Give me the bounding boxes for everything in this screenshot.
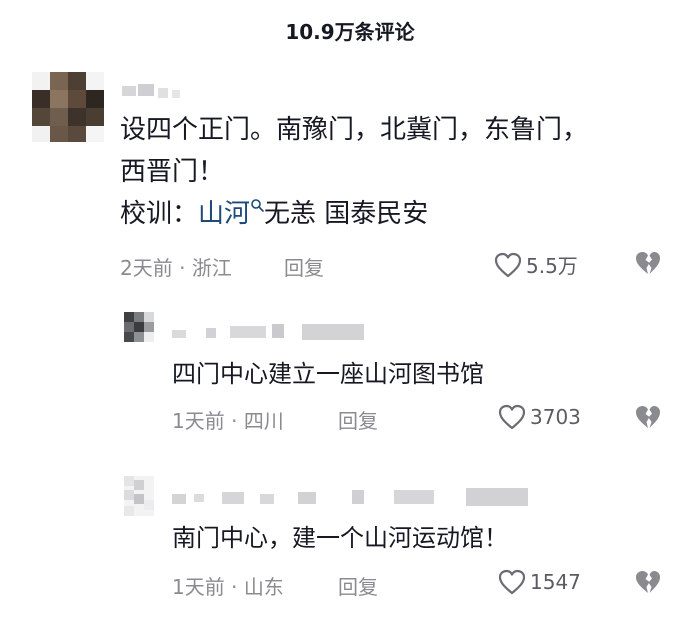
comments-count-title: 10.9万条评论 [285,20,415,44]
username-blurred[interactable] [172,486,532,508]
comment-motto-line: 校训：山河 无恙 国泰民安 [120,194,428,235]
comment-meta: 2天前 · 浙江 [120,252,232,281]
heart-outline-icon [494,252,522,277]
reply-button[interactable]: 回复 [338,571,378,600]
avatar[interactable] [32,72,104,142]
reply-time: 1天前 [172,575,225,599]
reply-button[interactable]: 回复 [284,252,324,281]
meta-separator: · [231,575,238,599]
reply-text: 四门中心建立一座山河图书馆 [172,360,484,388]
username-blurred[interactable] [122,84,182,98]
comment-time: 2天前 [120,256,173,280]
meta-separator: · [231,409,238,433]
avatar[interactable] [124,476,154,516]
reply-time: 1天前 [172,409,225,433]
like-count: 1547 [530,570,581,594]
like-button[interactable]: 5.5万 [494,250,578,279]
meta-separator: · [179,256,186,280]
reply-location: 山东 [243,575,284,599]
reply-button[interactable]: 回复 [338,405,378,434]
reply-text: 南门中心，建一个山河运动馆！ [172,524,508,552]
reply-location: 四川 [243,409,284,433]
username-blurred[interactable] [172,320,372,342]
comment-text-line-2: 西晋门！ [120,157,225,187]
heart-outline-icon [498,404,526,430]
heart-outline-icon [498,569,526,595]
like-count: 5.5万 [526,254,578,278]
like-button[interactable]: 3703 [498,404,581,430]
search-icon[interactable] [250,198,264,212]
reply-meta: 1天前 · 四川 [172,405,284,434]
broken-heart-icon[interactable] [634,569,662,595]
motto-rest: 无恙 国泰民安 [264,199,429,229]
reply-meta: 1天前 · 山东 [172,571,284,600]
comment-text-line-1: 设四个正门。南豫门，北冀门，东鲁门， [120,115,589,145]
broken-heart-icon[interactable] [634,250,662,276]
comment-location: 浙江 [191,256,232,280]
like-count: 3703 [530,405,581,429]
avatar[interactable] [124,312,154,342]
motto-prefix: 校训： [120,199,199,229]
broken-heart-icon[interactable] [634,404,662,430]
hashtag-link-shanhe[interactable]: 山河 [198,199,250,229]
like-button[interactable]: 1547 [498,569,581,595]
